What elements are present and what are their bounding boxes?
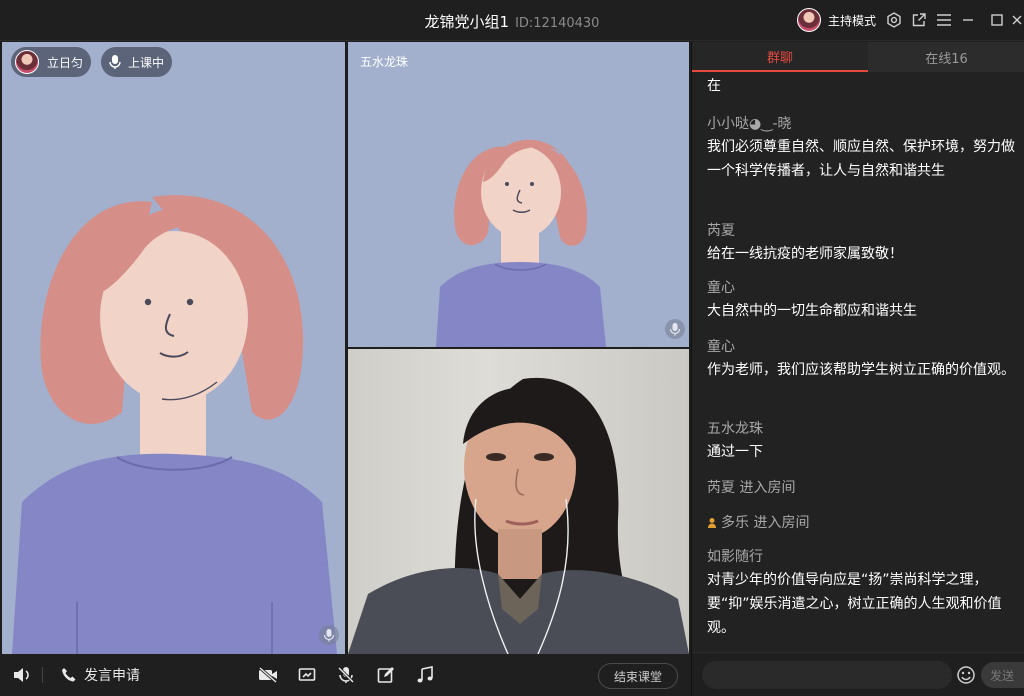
room-name: 龙锦党小组1 bbox=[424, 13, 510, 31]
message-text: 给在一线抗疫的老师家属致敬！ bbox=[707, 246, 903, 262]
tab-group-chat[interactable]: 群聊 bbox=[692, 42, 868, 72]
mic-muted-icon[interactable] bbox=[319, 625, 339, 645]
participant-avatar bbox=[15, 50, 39, 74]
mic-icon bbox=[109, 55, 121, 69]
screen-share-icon[interactable] bbox=[298, 665, 316, 685]
music-icon[interactable] bbox=[416, 665, 434, 685]
title-bar: 龙锦党小组1 ID:12140430 主持模式 bbox=[0, 0, 1024, 41]
mic-muted-icon[interactable] bbox=[665, 319, 685, 339]
chat-input-bar: 发送 bbox=[692, 652, 1024, 696]
system-event: 芮夏 进入房间 bbox=[707, 479, 1024, 497]
user-badge-icon bbox=[708, 518, 716, 528]
camera-off-icon[interactable] bbox=[258, 665, 278, 685]
host-avatar bbox=[797, 8, 821, 32]
room-id: ID:12140430 bbox=[515, 16, 600, 31]
participant-name-badge: 立日匀 bbox=[11, 47, 92, 77]
whiteboard-icon[interactable] bbox=[377, 665, 395, 685]
camera-person-image bbox=[348, 377, 689, 654]
message-text: 通过一下 bbox=[707, 444, 763, 460]
chat-panel: 群聊 在线16 ╌╌╌╌╌╌╌╌╌╌╌╌╌╌╌ 在 小小哒◕‿-晓 我们必须尊重… bbox=[691, 42, 1024, 696]
message-sender: 童心 bbox=[707, 280, 735, 296]
request-speak-label: 发言申请 bbox=[84, 668, 140, 684]
message-sender: 如影随行 bbox=[707, 549, 763, 565]
request-speak-button[interactable]: 发言申请 bbox=[60, 665, 140, 685]
send-button[interactable]: 发送 bbox=[981, 662, 1024, 688]
chat-input[interactable] bbox=[702, 661, 952, 689]
mic-off-icon[interactable] bbox=[338, 665, 354, 685]
participant-name: 立日匀 bbox=[47, 55, 84, 70]
class-status-badge: 上课中 bbox=[101, 47, 173, 77]
emoji-icon[interactable] bbox=[956, 665, 976, 685]
participant-video-tile[interactable]: 五水龙珠 bbox=[348, 42, 689, 347]
system-event-row: 多乐 进入房间 bbox=[707, 514, 1024, 532]
chat-message: 小小哒◕‿-晓 我们必须尊重自然、顺应自然、保护环境，努力做一个科学传播者，让人… bbox=[707, 115, 1024, 183]
classroom-app: 龙锦党小组1 ID:12140430 主持模式 立日匀 上课中 五水龙珠 发言申… bbox=[0, 0, 1024, 696]
message-text: 作为老师，我们应该帮助学生树立正确的价值观。 bbox=[707, 362, 1015, 378]
chat-message-partial: ╌╌╌╌╌╌╌╌╌╌╌╌╌╌╌ 在 bbox=[707, 72, 1024, 98]
chat-message: 芮夏 给在一线抗疫的老师家属致敬！ bbox=[707, 222, 1024, 266]
minimize-icon[interactable] bbox=[958, 10, 978, 30]
participant-name: 五水龙珠 bbox=[360, 55, 409, 69]
bottom-toolbar: 发言申请 结束课堂 bbox=[0, 654, 690, 696]
system-event-text: 多乐 进入房间 bbox=[721, 515, 810, 531]
speaker-icon[interactable] bbox=[12, 665, 32, 685]
tab-online-users[interactable]: 在线16 bbox=[868, 42, 1024, 72]
default-avatar-illustration bbox=[436, 139, 606, 347]
camera-video-tile[interactable] bbox=[348, 349, 689, 654]
default-avatar-illustration bbox=[12, 195, 337, 654]
chat-message: 童心 大自然中的一切生命都应和谐共生 bbox=[707, 279, 1024, 323]
message-text: 我们必须尊重自然、顺应自然、保护环境，努力做一个科学传播者，让人与自然和谐共生 bbox=[707, 139, 1015, 179]
settings-icon[interactable] bbox=[884, 10, 904, 30]
chat-message: 五水龙珠 通过一下 bbox=[707, 420, 1024, 464]
message-sender: 芮夏 bbox=[707, 223, 735, 239]
close-icon[interactable] bbox=[1010, 10, 1024, 30]
message-text: 大自然中的一切生命都应和谐共生 bbox=[707, 303, 917, 319]
share-icon[interactable] bbox=[909, 10, 929, 30]
chat-message: 如影随行 对青少年的价值导向应是“扬”崇尚科学之理，要“抑”娱乐消遣之心，树立正… bbox=[707, 548, 1024, 640]
host-mode-toggle[interactable]: 主持模式 bbox=[797, 8, 876, 32]
chat-message: 童心 作为老师，我们应该帮助学生树立正确的价值观。 bbox=[707, 338, 1024, 382]
toolbar-divider bbox=[42, 667, 43, 683]
message-text: 对青少年的价值导向应是“扬”崇尚科学之理，要“抑”娱乐消遣之心，树立正确的人生观… bbox=[707, 572, 1002, 636]
phone-icon bbox=[62, 668, 76, 682]
system-event: 多乐 进入房间 bbox=[707, 514, 1024, 532]
message-text: 在 bbox=[707, 78, 721, 94]
host-mode-label: 主持模式 bbox=[828, 13, 877, 28]
main-video-tile[interactable]: 立日匀 上课中 bbox=[2, 42, 345, 654]
system-event-text: 芮夏 进入房间 bbox=[707, 480, 796, 496]
menu-icon[interactable] bbox=[934, 10, 954, 30]
end-class-button[interactable]: 结束课堂 bbox=[598, 663, 678, 689]
maximize-icon[interactable] bbox=[987, 10, 1007, 30]
class-status-label: 上课中 bbox=[128, 55, 165, 70]
message-sender: 小小哒◕‿-晓 bbox=[707, 116, 792, 132]
message-sender: 五水龙珠 bbox=[707, 421, 763, 437]
chat-tabs: 群聊 在线16 bbox=[692, 42, 1024, 72]
message-sender: 童心 bbox=[707, 339, 735, 355]
chat-message-list[interactable]: ╌╌╌╌╌╌╌╌╌╌╌╌╌╌╌ 在 小小哒◕‿-晓 我们必须尊重自然、顺应自然、… bbox=[692, 72, 1024, 657]
